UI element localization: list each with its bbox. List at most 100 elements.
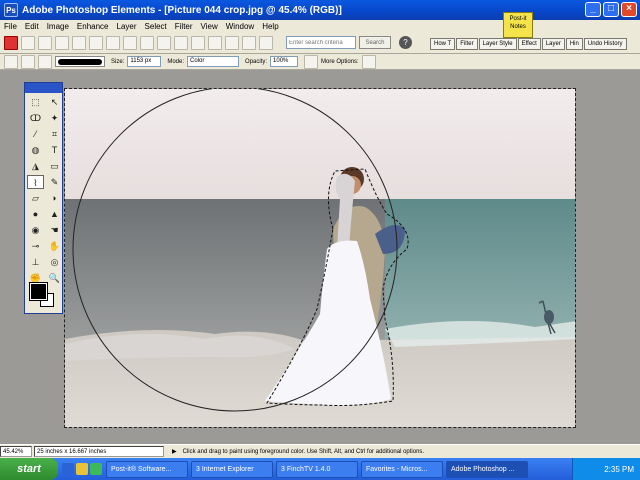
- zoom-field[interactable]: 45.42%: [0, 446, 32, 457]
- minimize-button[interactable]: _: [585, 2, 601, 17]
- new-file-icon[interactable]: [21, 35, 35, 50]
- document-size: 25 inches x 16.667 inches: [34, 446, 164, 457]
- crop-icon[interactable]: ⌗: [46, 127, 63, 141]
- pencil-icon[interactable]: ✎: [46, 175, 63, 189]
- menu-filter[interactable]: Filter: [171, 22, 197, 31]
- brush-mode-icon[interactable]: [21, 54, 35, 69]
- toolbox-header[interactable]: [25, 83, 62, 93]
- more-options-brush-icon[interactable]: [361, 54, 376, 69]
- save-icon[interactable]: [89, 35, 103, 50]
- brush-icon[interactable]: ⌇: [27, 175, 44, 189]
- menu-help[interactable]: Help: [258, 22, 282, 31]
- menu-edit[interactable]: Edit: [21, 22, 43, 31]
- postit-notes-icon[interactable]: Post-it Notes: [503, 12, 533, 38]
- quicklaunch-desktop-icon[interactable]: [90, 463, 102, 475]
- system-tray: 2:35 PM: [572, 458, 640, 480]
- burn-icon[interactable]: ✋: [46, 239, 63, 253]
- menu-select[interactable]: Select: [141, 22, 171, 31]
- print-preview-icon[interactable]: [140, 35, 154, 50]
- open-file-icon[interactable]: [38, 35, 52, 50]
- postit-label-notes: Notes: [510, 24, 526, 30]
- title-bar: Ps Adobe Photoshop Elements - [Picture 0…: [0, 0, 640, 20]
- postit-label: Post-it: [509, 16, 527, 22]
- task-internet-explorer[interactable]: 3 Internet Explorer: [191, 460, 273, 478]
- size-field[interactable]: 1153 px: [127, 56, 162, 67]
- menu-window[interactable]: Window: [222, 22, 258, 31]
- type-icon[interactable]: T: [46, 143, 63, 157]
- lasso-icon[interactable]: ↀ: [27, 111, 44, 125]
- brush-tool-icon[interactable]: [4, 54, 18, 69]
- task-finchtv[interactable]: 3 FinchTV 1.4.0: [276, 460, 358, 478]
- palette-tab-how-to[interactable]: How T: [430, 38, 456, 50]
- close-button[interactable]: ×: [621, 2, 637, 17]
- start-button[interactable]: start: [0, 458, 58, 480]
- save-web-icon[interactable]: [106, 35, 120, 50]
- palette-tab-layer-styles[interactable]: Layer Style: [478, 38, 517, 50]
- menu-bar: File Edit Image Enhance Layer Select Fil…: [0, 20, 640, 32]
- menu-image[interactable]: Image: [43, 22, 73, 31]
- step-forward-icon[interactable]: [208, 35, 222, 50]
- color-variations-icon[interactable]: [259, 35, 273, 50]
- search-button[interactable]: Search: [359, 36, 391, 49]
- blur-icon[interactable]: ●: [27, 207, 44, 221]
- task-photoshop[interactable]: Adobe Photoshop ...: [446, 460, 528, 478]
- search-input[interactable]: [286, 36, 356, 49]
- gradient-icon[interactable]: ▭: [46, 159, 63, 173]
- browse-icon[interactable]: [55, 35, 69, 50]
- window-title: Adobe Photoshop Elements - [Picture 044 …: [22, 4, 342, 16]
- selection-brush-icon[interactable]: ◍: [27, 143, 44, 157]
- undo-icon[interactable]: [225, 35, 239, 50]
- status-hint: Click and drag to paint using foreground…: [182, 448, 425, 455]
- sharpen-icon[interactable]: ▲: [46, 207, 63, 221]
- toolbox: ⬚ ↖ ↀ ✦ ⁄ ⌗ ◍ T ◮ ▭ ⌇ ✎ ▱ ◗ ● ▲ ◉ ☚ ⊸ ✋ …: [24, 82, 63, 314]
- opacity-label: Opacity:: [245, 58, 268, 65]
- palette-tab-layers[interactable]: Layer: [541, 38, 565, 50]
- help-icon[interactable]: ?: [399, 36, 412, 49]
- document-canvas[interactable]: [64, 88, 576, 428]
- quick-fix-icon[interactable]: [242, 35, 256, 50]
- adobe-logo-icon[interactable]: [4, 35, 18, 50]
- mode-dropdown[interactable]: Color: [187, 56, 240, 67]
- foreground-color-swatch[interactable]: [29, 282, 48, 301]
- print-icon[interactable]: [123, 35, 137, 50]
- quicklaunch-ie-icon[interactable]: [62, 463, 74, 475]
- palette-tab-undo-history[interactable]: Undo History: [583, 38, 627, 50]
- menu-layer[interactable]: Layer: [113, 22, 141, 31]
- palette-tab-hints[interactable]: Hin: [565, 38, 583, 50]
- eyedropper-icon[interactable]: ⁄: [27, 127, 44, 141]
- impressionist-brush-icon[interactable]: [38, 54, 52, 69]
- dodge-icon[interactable]: ⊸: [27, 239, 44, 253]
- options-bar: Size: 1153 px Mode: Color Opacity: 100% …: [0, 54, 640, 70]
- sponge-icon[interactable]: ◉: [27, 223, 44, 237]
- online-services-icon[interactable]: [174, 35, 188, 50]
- airbrush-icon[interactable]: [304, 54, 319, 69]
- taskbar: start Post-it® Software... 3 Internet Ex…: [0, 458, 640, 480]
- red-eye-icon[interactable]: ◎: [46, 255, 63, 269]
- palette-tab-effects[interactable]: Effect: [517, 38, 541, 50]
- email-icon[interactable]: [157, 35, 171, 50]
- brush-preset-picker[interactable]: [55, 56, 105, 67]
- brush-preview: [58, 58, 102, 65]
- clock[interactable]: 2:35 PM: [604, 465, 634, 474]
- marquee-icon[interactable]: ⬚: [27, 95, 44, 109]
- paint-bucket-icon[interactable]: ◮: [27, 159, 44, 173]
- maximize-button[interactable]: □: [603, 2, 619, 17]
- menu-file[interactable]: File: [0, 22, 21, 31]
- move-icon[interactable]: ↖: [46, 95, 63, 109]
- menu-enhance[interactable]: Enhance: [73, 22, 113, 31]
- eraser-icon[interactable]: ▱: [27, 191, 44, 205]
- task-postit[interactable]: Post-it® Software...: [106, 460, 188, 478]
- step-backward-icon[interactable]: [191, 35, 205, 50]
- magic-wand-icon[interactable]: ✦: [46, 111, 63, 125]
- menu-view[interactable]: View: [197, 22, 222, 31]
- task-favorites[interactable]: Favorites - Micros...: [361, 460, 443, 478]
- smudge-icon[interactable]: ☚: [46, 223, 63, 237]
- import-icon[interactable]: [72, 35, 86, 50]
- opacity-field[interactable]: 100%: [270, 56, 299, 67]
- status-arrow-icon[interactable]: ▶: [172, 448, 177, 455]
- shape-icon[interactable]: ◗: [46, 191, 63, 205]
- palette-tab-filters[interactable]: Filter: [456, 38, 478, 50]
- zoom-icon[interactable]: 🔍: [46, 271, 63, 285]
- clone-stamp-icon[interactable]: ⊥: [27, 255, 44, 269]
- quicklaunch-folder-icon[interactable]: [76, 463, 88, 475]
